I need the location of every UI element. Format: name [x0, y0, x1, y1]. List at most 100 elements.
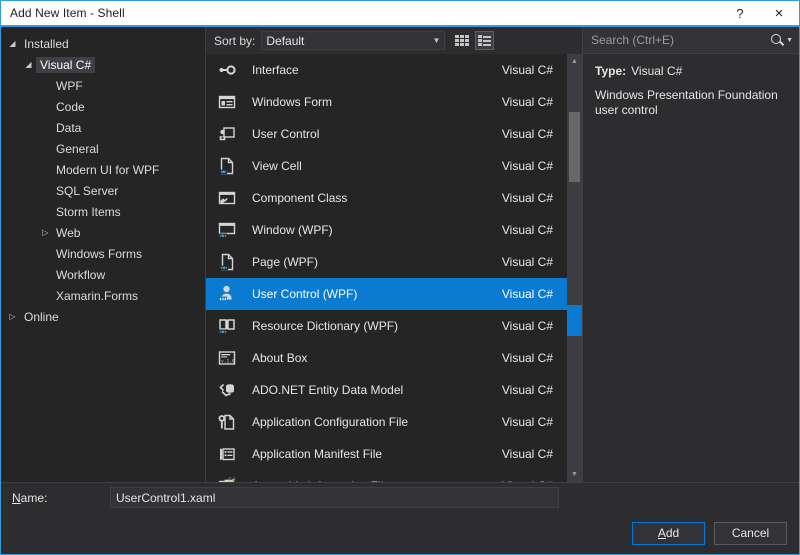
scrollbar-track[interactable] — [567, 69, 582, 467]
template-language: Visual C# — [501, 351, 553, 365]
chevron-collapsed-icon: ▷ — [42, 228, 49, 237]
tree-item-label: Data — [56, 120, 82, 135]
tree-item-web[interactable]: ▷ Web — [1, 222, 205, 243]
tree-item-installed[interactable]: ◢ Installed — [1, 33, 205, 54]
cancel-button[interactable]: Cancel — [714, 521, 787, 545]
component-class-icon — [212, 188, 242, 208]
detail-description: Windows Presentation Foundation user con… — [595, 88, 778, 117]
search-icon-group[interactable]: ▼ — [771, 34, 793, 46]
tree-item-code[interactable]: Code — [1, 96, 205, 117]
template-list-item[interactable]: Application Configuration File Visual C# — [206, 406, 567, 438]
template-language: Visual C# — [501, 95, 553, 109]
template-list-item[interactable]: Resource Dictionary (WPF) Visual C# — [206, 310, 567, 342]
templates-toolbar: Sort by: Default ▼ — [206, 27, 582, 54]
chevron-expanded-icon: ◢ — [9, 39, 16, 48]
app-config-icon — [212, 412, 242, 432]
chevron-expanded-icon: ◢ — [25, 60, 32, 69]
tiles-view-button[interactable] — [452, 31, 471, 50]
view-cell-icon — [212, 156, 242, 176]
tree-item-online[interactable]: ▷ Online — [1, 306, 205, 327]
tree-item-general[interactable]: General — [1, 138, 205, 159]
tree-item-label: WPF — [56, 78, 83, 93]
templates-pane: Sort by: Default ▼ Interface Visual C# W… — [206, 27, 583, 482]
tree-item-label: Online — [24, 309, 59, 324]
tree-item-windows-forms[interactable]: Windows Forms — [1, 243, 205, 264]
help-button[interactable]: ? — [721, 1, 759, 25]
add-button[interactable]: Add — [632, 521, 705, 545]
about-box-icon: v.1.0 — [212, 348, 242, 368]
template-name: Resource Dictionary (WPF) — [252, 319, 399, 333]
template-list-item[interactable]: Application Manifest File Visual C# — [206, 438, 567, 470]
template-name: User Control (WPF) — [252, 287, 358, 301]
categories-tree[interactable]: ◢ Installed ◢ Visual C# WPF Code Data General Mo… — [1, 27, 206, 482]
windows-form-icon — [212, 92, 242, 112]
template-list-item[interactable]: Page (WPF) Visual C# — [206, 246, 567, 278]
template-language: Visual C# — [501, 159, 553, 173]
template-list-item[interactable]: User Control Visual C# — [206, 118, 567, 150]
scroll-down-button[interactable]: ▼ — [567, 467, 582, 482]
template-language: Visual C# — [501, 287, 553, 301]
view-toggle-group — [452, 31, 495, 50]
add-button-accel: A — [657, 526, 666, 540]
template-list-item[interactable]: Window (WPF) Visual C# — [206, 214, 567, 246]
scrollbar-thumb[interactable] — [569, 112, 580, 182]
template-name: Application Configuration File — [252, 415, 409, 429]
search-box[interactable]: ▼ — [583, 27, 799, 54]
chevron-down-icon: ▼ — [786, 36, 793, 44]
template-language: Visual C# — [501, 447, 553, 461]
template-language: Visual C# — [501, 383, 553, 397]
search-icon — [771, 34, 783, 46]
detail-type-key: Type: — [595, 64, 627, 78]
template-name: Interface — [252, 63, 299, 77]
detail-type-value: Visual C# — [631, 64, 683, 78]
close-button[interactable]: × — [759, 1, 799, 25]
template-language: Visual C# — [501, 319, 553, 333]
template-list-item[interactable]: ADO.NET Entity Data Model Visual C# — [206, 374, 567, 406]
tree-item-visual-c[interactable]: ◢ Visual C# — [1, 54, 205, 75]
tree-item-label: Xamarin.Forms — [56, 288, 139, 303]
tree-item-label: Installed — [24, 36, 69, 51]
interface-icon — [212, 60, 242, 80]
templates-list[interactable]: Interface Visual C# Windows Form Visual C# U… — [206, 54, 567, 482]
template-name: Page (WPF) — [252, 255, 319, 269]
template-list-item[interactable]: Windows Form Visual C# — [206, 86, 567, 118]
tree-item-storm-items[interactable]: Storm Items — [1, 201, 205, 222]
tree-item-data[interactable]: Data — [1, 117, 205, 138]
tree-item-sql-server[interactable]: SQL Server — [1, 180, 205, 201]
name-input[interactable] — [110, 487, 559, 508]
sort-by-label: Sort by: — [214, 33, 256, 48]
templates-list-wrap: Interface Visual C# Windows Form Visual C# U… — [206, 54, 582, 482]
search-input[interactable] — [591, 33, 772, 47]
template-list-item[interactable]: v.1.0 About Box Visual C# — [206, 342, 567, 374]
template-list-item[interactable]: View Cell Visual C# — [206, 150, 567, 182]
page-wpf-icon — [212, 252, 242, 272]
add-new-item-dialog: Add New Item - Shell ? × ◢ Installed ◢ Visu… — [0, 0, 800, 555]
list-view-button[interactable] — [475, 31, 495, 50]
svg-text:v.1.0: v.1.0 — [221, 359, 235, 365]
scroll-up-button[interactable]: ▲ — [567, 54, 582, 69]
tree-item-xamarin-forms[interactable]: Xamarin.Forms — [1, 285, 205, 306]
tree-item-modern-ui-for-wpf[interactable]: Modern UI for WPF — [1, 159, 205, 180]
sort-by-select[interactable]: Default ▼ — [261, 31, 446, 50]
template-list-item[interactable]: Interface Visual C# — [206, 54, 567, 86]
scrollbar-selection-marker — [567, 305, 582, 336]
template-list-item[interactable]: Component Class Visual C# — [206, 182, 567, 214]
app-manifest-icon — [212, 444, 242, 464]
name-label-accel: N — [12, 490, 21, 505]
template-list-item[interactable]: User Control (WPF) Visual C# — [206, 278, 567, 310]
template-language: Visual C# — [501, 415, 553, 429]
window-buttons: ? × — [721, 1, 799, 25]
template-language: Visual C# — [501, 223, 553, 237]
template-name: Component Class — [252, 191, 348, 205]
template-list-item[interactable]: C#Assembly Information FileVisual C# — [206, 470, 567, 482]
name-row: Name: — [1, 482, 799, 512]
templates-scrollbar[interactable]: ▲ ▼ — [567, 54, 582, 482]
tree-item-wpf[interactable]: WPF — [1, 75, 205, 96]
tree-item-label: General — [56, 141, 99, 156]
name-label-suffix: ame: — [20, 490, 48, 505]
template-language: Visual C# — [501, 255, 553, 269]
tree-item-workflow[interactable]: Workflow — [1, 264, 205, 285]
tree-item-label: Windows Forms — [56, 246, 143, 261]
name-label: Name: — [12, 491, 110, 505]
dialog-buttons: Add Cancel — [1, 512, 799, 554]
